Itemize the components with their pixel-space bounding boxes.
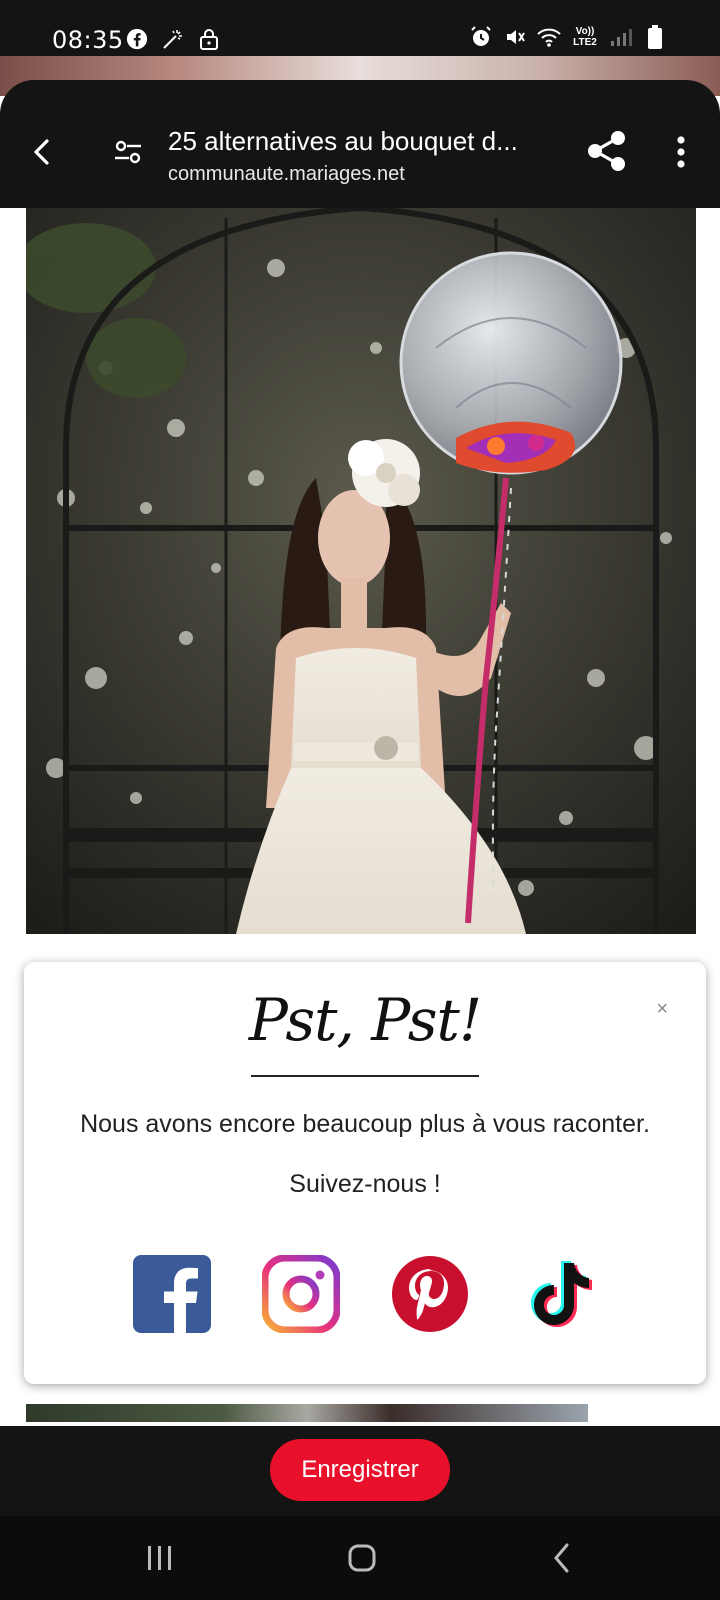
status-time: 08:35 bbox=[52, 26, 124, 54]
facebook-icon bbox=[133, 1255, 211, 1333]
facebook-icon bbox=[124, 26, 150, 52]
tiktok-button[interactable] bbox=[519, 1254, 599, 1334]
volte-top-label: Vo)) bbox=[575, 26, 595, 37]
site-settings-button[interactable] bbox=[108, 132, 148, 172]
recent-apps-icon bbox=[148, 1546, 171, 1570]
browser-header: 25 alternatives au bouquet d... communau… bbox=[0, 80, 720, 208]
signal-icon bbox=[608, 24, 634, 50]
facebook-button[interactable] bbox=[132, 1254, 212, 1334]
popup-divider bbox=[251, 1075, 479, 1077]
home-button[interactable] bbox=[332, 1536, 392, 1580]
nav-back-button[interactable] bbox=[532, 1536, 592, 1580]
save-bar: Enregistrer bbox=[0, 1426, 720, 1516]
save-button[interactable]: Enregistrer bbox=[270, 1439, 450, 1501]
more-button[interactable] bbox=[664, 130, 698, 174]
instagram-button[interactable] bbox=[261, 1254, 341, 1334]
pinterest-icon bbox=[392, 1256, 468, 1332]
status-left-icons bbox=[124, 26, 222, 52]
volte-bottom-label: LTE2 bbox=[573, 37, 597, 48]
site-settings-icon bbox=[115, 140, 141, 164]
recent-apps-button[interactable] bbox=[130, 1536, 190, 1580]
article-photo bbox=[26, 208, 696, 934]
back-button[interactable] bbox=[22, 132, 62, 172]
navigation-bar bbox=[0, 1516, 720, 1600]
popup-text: Nous avons encore beaucoup plus à vous r… bbox=[80, 1110, 650, 1138]
popup-headline: Pst, Pst! bbox=[248, 986, 482, 1054]
lock-icon bbox=[196, 26, 222, 52]
page-url: communaute.mariages.net bbox=[168, 163, 405, 185]
magic-wand-icon bbox=[160, 26, 186, 52]
share-icon bbox=[588, 131, 625, 171]
battery-icon bbox=[642, 24, 668, 50]
next-photo-strip bbox=[26, 1404, 588, 1422]
social-links bbox=[132, 1254, 599, 1334]
follow-us-popup: × Pst, Pst! Nous avons encore beaucoup p… bbox=[24, 962, 706, 1384]
nav-back-icon bbox=[554, 1543, 569, 1573]
popup-follow-label: Suivez-nous ! bbox=[289, 1170, 441, 1198]
mute-icon bbox=[502, 24, 528, 50]
home-icon bbox=[348, 1544, 376, 1572]
page-title: 25 alternatives au bouquet d... bbox=[168, 126, 518, 156]
bride-balloon-illustration bbox=[26, 208, 696, 934]
alarm-icon bbox=[468, 24, 494, 50]
more-vert-icon bbox=[677, 136, 685, 168]
share-button[interactable] bbox=[584, 128, 630, 174]
screen: 08:35 Vo)) LTE2 25 alternatives au bouqu… bbox=[0, 0, 720, 1600]
tiktok-icon bbox=[531, 1261, 592, 1327]
back-icon bbox=[34, 139, 49, 165]
pinterest-button[interactable] bbox=[390, 1254, 470, 1334]
status-right-icons: Vo)) LTE2 bbox=[468, 24, 668, 50]
volte-icon: Vo)) LTE2 bbox=[570, 24, 600, 50]
wifi-icon bbox=[536, 24, 562, 50]
instagram-icon bbox=[262, 1255, 340, 1333]
